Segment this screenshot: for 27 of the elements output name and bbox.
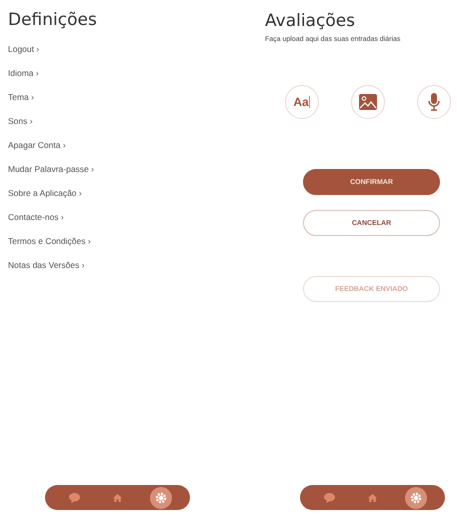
settings-icon [410,492,422,504]
page-title: Avaliações [265,11,356,31]
settings-link[interactable]: Tema › [8,93,34,102]
settings-link[interactable]: Contacte-nos › [8,213,64,222]
home-icon [368,494,377,502]
image-icon [359,94,377,110]
settings-link[interactable]: Logout › [8,45,40,54]
settings-link[interactable]: Termos e Condições › [8,237,91,246]
settings-link[interactable]: Mudar Palavra-passe › [8,165,94,174]
upload-option-button[interactable] [351,85,385,119]
settings-icon [154,492,166,504]
settings-link[interactable]: Notas das Versões › [8,261,85,270]
page-title: Definições [8,10,98,30]
settings-link[interactable]: Sobre a Aplicação › [8,189,82,198]
settings-link[interactable]: Sons › [8,117,33,126]
settings-link[interactable]: Idioma › [8,69,39,78]
chat-bubble-icon [324,492,335,502]
nav-button[interactable] [404,486,426,508]
cursor-icon [308,96,311,108]
upload-option-button[interactable]: Aa [285,85,319,119]
upload-option-button[interactable] [417,85,451,119]
home-icon [113,494,122,502]
chat-bubble-icon [69,492,80,502]
microphone-icon [428,93,440,111]
text-input-icon: Aa [293,95,309,109]
nav-button[interactable] [150,486,172,508]
settings-link[interactable]: Apagar Conta › [8,141,66,150]
